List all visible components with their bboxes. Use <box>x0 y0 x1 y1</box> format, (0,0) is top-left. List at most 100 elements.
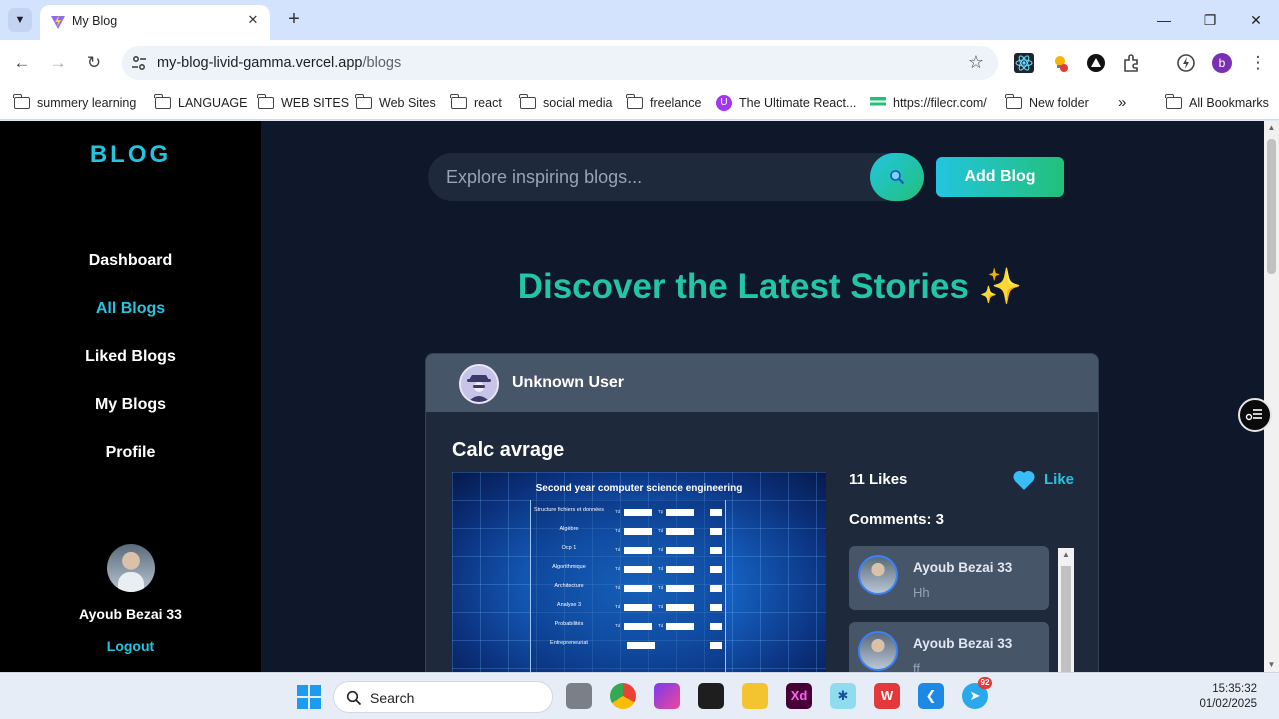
nav-dashboard[interactable]: Dashboard <box>0 252 261 270</box>
image-row-tag: Td <box>658 604 664 609</box>
browser-tab[interactable]: My Blog ✕ <box>40 5 270 40</box>
image-row-field <box>710 509 722 516</box>
adobe-xd-icon[interactable]: Xd <box>786 683 812 709</box>
extension-lightbulb-icon[interactable] <box>1050 53 1070 73</box>
post-title[interactable]: Calc avrage <box>452 439 564 462</box>
user-name: Ayoub Bezai 33 <box>79 606 182 622</box>
search-button[interactable] <box>870 153 924 201</box>
reload-button[interactable]: ↻ <box>82 51 106 75</box>
profile-avatar[interactable]: b <box>1212 53 1232 73</box>
browser-menu-icon[interactable]: ⋮ <box>1246 51 1270 75</box>
post-image[interactable]: Second year computer science engineering… <box>452 472 826 672</box>
url-path: /blogs <box>362 55 402 71</box>
tab-close-icon[interactable]: ✕ <box>244 11 262 29</box>
scroll-down-arrow-icon[interactable]: ▼ <box>1264 658 1279 672</box>
image-row-tag: Td <box>658 623 664 628</box>
add-blog-button[interactable]: Add Blog <box>936 157 1064 197</box>
site-info-icon[interactable] <box>130 54 148 72</box>
new-tab-button[interactable]: + <box>282 8 306 32</box>
bookmark-new-folder[interactable]: New folder <box>1005 93 1089 113</box>
comments-scrollbar[interactable]: ▲ <box>1058 548 1074 672</box>
image-row-field <box>666 604 694 611</box>
comments-scroll-thumb[interactable] <box>1061 566 1071 672</box>
image-row-tag: Td <box>615 623 621 628</box>
image-row-label: Ocp 1 <box>561 545 577 551</box>
comments-list[interactable]: Ayoub Bezai 33 Hh Ayoub Bezai 33 ff <box>849 546 1049 672</box>
canva-icon[interactable] <box>654 683 680 709</box>
user-avatar[interactable] <box>107 544 155 592</box>
page-scroll-thumb[interactable] <box>1267 139 1276 274</box>
bookmark-web-sites[interactable]: Web Sites <box>355 93 436 113</box>
back-button[interactable]: ← <box>10 51 34 75</box>
system-clock[interactable]: 15:35:32 01/02/2025 <box>1199 682 1257 712</box>
snipping-tool-icon[interactable]: ✱ <box>830 683 856 709</box>
search-icon <box>890 170 905 185</box>
chrome-icon[interactable] <box>610 683 636 709</box>
logout-link[interactable]: Logout <box>0 638 261 654</box>
floating-toolbar-button[interactable] <box>1238 398 1272 432</box>
search-input[interactable] <box>446 153 866 201</box>
card-header: Unknown User <box>426 354 1098 412</box>
nav-all-blogs[interactable]: All Blogs <box>0 300 261 318</box>
performance-icon[interactable] <box>1176 53 1196 73</box>
taskbar: Search Xd ✱ W ❮ ➤ 92 15:35:32 01/02/2025 <box>0 672 1279 719</box>
wps-office-icon[interactable]: W <box>874 683 900 709</box>
image-row-label: Architecture <box>554 583 584 589</box>
image-row-tag: Td <box>615 509 621 514</box>
minimize-button[interactable]: — <box>1141 6 1187 34</box>
figma-icon[interactable] <box>698 683 724 709</box>
telegram-icon[interactable]: ➤ 92 <box>962 677 992 709</box>
scroll-up-arrow-icon[interactable]: ▲ <box>1264 121 1279 135</box>
comment-avatar[interactable] <box>858 631 898 671</box>
extension-triangle-icon[interactable] <box>1086 53 1106 73</box>
bookmark-social-media[interactable]: social media <box>519 93 612 113</box>
bookmark-freelance[interactable]: freelance <box>626 93 702 113</box>
bookmarks-overflow-icon[interactable]: » <box>1118 93 1126 113</box>
image-row-field <box>710 528 722 535</box>
brand-logo[interactable]: BLOG <box>0 141 261 169</box>
bookmark-react[interactable]: react <box>450 93 502 113</box>
nav-my-blogs[interactable]: My Blogs <box>0 396 261 414</box>
windows-start-icon[interactable] <box>297 685 321 709</box>
scroll-up-arrow-icon[interactable]: ▲ <box>1058 548 1074 562</box>
comment-author: Ayoub Bezai 33 <box>913 636 1013 651</box>
list-settings-icon <box>1245 409 1262 421</box>
taskbar-search[interactable]: Search <box>333 681 553 713</box>
tab-search-button[interactable]: ▼ <box>8 8 32 32</box>
image-row-label: Probabilités <box>554 621 584 627</box>
address-bar[interactable]: my-blog-livid-gamma.vercel.app/blogs ☆ <box>122 46 998 80</box>
bookmark-star-icon[interactable]: ☆ <box>968 52 984 73</box>
all-bookmarks-label: All Bookmarks <box>1189 96 1269 110</box>
image-row-field <box>624 623 652 630</box>
tab-strip: ▼ My Blog ✕ + — ❐ ✕ <box>0 0 1279 40</box>
search-icon <box>346 690 362 706</box>
bookmark-summery-learning[interactable]: summery learning <box>13 93 137 113</box>
react-devtools-icon[interactable] <box>1014 53 1034 73</box>
bookmark-label: Web Sites <box>379 96 436 110</box>
image-form-row: Ocp 1 Td Td <box>531 545 727 556</box>
comment-avatar[interactable] <box>858 555 898 595</box>
post-author: Unknown User <box>512 374 625 391</box>
image-row-tag: Td <box>615 585 621 590</box>
nav-profile[interactable]: Profile <box>0 444 261 462</box>
page-scrollbar[interactable]: ▲ ▼ <box>1264 121 1279 672</box>
file-explorer-icon[interactable] <box>742 683 768 709</box>
task-view-icon[interactable] <box>566 683 592 709</box>
image-row-label: Structure fichiers et données <box>533 507 604 513</box>
bookmark-label: summery learning <box>37 96 137 110</box>
url-host: my-blog-livid-gamma.vercel.app <box>157 55 363 71</box>
bookmark-filecr[interactable]: https://filecr.com/ <box>870 93 987 113</box>
search-bar <box>428 153 924 201</box>
restore-button[interactable]: ❐ <box>1187 6 1233 34</box>
bookmark-web-sites-caps[interactable]: WEB SITES <box>257 93 349 113</box>
bookmark-label: freelance <box>650 96 702 110</box>
vscode-icon[interactable]: ❮ <box>918 683 944 709</box>
forward-button[interactable]: → <box>46 51 70 75</box>
image-row-field <box>624 547 652 554</box>
extensions-puzzle-icon[interactable] <box>1122 53 1142 73</box>
close-window-button[interactable]: ✕ <box>1233 6 1279 34</box>
bookmark-language[interactable]: LANGUAGE <box>154 93 247 113</box>
nav-liked-blogs[interactable]: Liked Blogs <box>0 348 261 366</box>
all-bookmarks[interactable]: All Bookmarks <box>1165 93 1269 113</box>
bookmark-ultimate-react[interactable]: U The Ultimate React... <box>716 93 856 113</box>
